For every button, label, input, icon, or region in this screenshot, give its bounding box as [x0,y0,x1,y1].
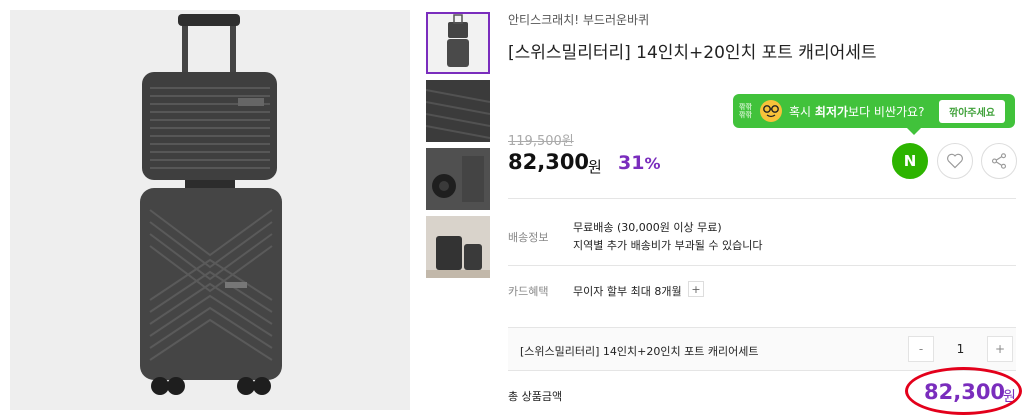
option-name: [스위스밀리터리] 14인치+20인치 포트 캐리어세트 [520,345,759,358]
thumbnail-list [426,12,490,284]
product-title: [스위스밀리터리] 14인치+20인치 포트 캐리어세트 [508,43,877,63]
thumbnail-4[interactable] [426,216,490,278]
thumbnail-1[interactable] [426,12,490,74]
shipping-line-2: 지역별 추가 배송비가 부과될 수 있습니다 [573,239,763,252]
lowest-price-tooltip: 깎깎깎깎 혹시 최저가보다 비싼가요? 깎아주세요 [733,94,1015,135]
wishlist-button[interactable] [937,143,973,179]
shipping-line-1: 무료배송 (30,000원 이상 무료) [573,221,722,234]
card-benefit-text: 무이자 할부 최대 8개월 [573,285,682,298]
divider [508,265,1016,266]
sale-price-unit: 원 [588,158,602,176]
share-icon [991,153,1007,169]
thumbnail-2[interactable] [426,80,490,142]
divider [508,198,1016,199]
original-price: 119,500원 [508,134,574,149]
product-info: 안티스크래치! 부드러운바퀴 [스위스밀리터리] 14인치+20인치 포트 캐리… [508,0,1025,420]
discount-rate: 31% [618,152,661,174]
thumbnail-3[interactable] [426,148,490,210]
shipping-label: 배송정보 [508,231,549,244]
discount-request-button[interactable]: 깎아주세요 [939,99,1005,123]
quantity-value[interactable]: 1 [934,336,987,362]
share-button[interactable] [981,143,1017,179]
sale-price: 82,300 [508,150,590,174]
glasses-face-icon [760,100,782,122]
quantity-stepper: - 1 + [908,336,1013,362]
heart-icon [947,153,963,169]
card-benefit-more-button[interactable]: + [688,281,704,297]
quantity-decrease-button[interactable]: - [908,336,934,362]
highlight-circle [905,367,1022,415]
tooltip-logo: 깎깎깎깎 [739,103,752,119]
naver-pay-button[interactable]: N [892,143,928,179]
total-price-label: 총 상품금액 [508,390,563,403]
tooltip-message: 혹시 최저가보다 비싼가요? [789,104,925,119]
selected-option: [스위스밀리터리] 14인치+20인치 포트 캐리어세트 - 1 + [508,327,1016,371]
card-benefit-label: 카드혜택 [508,285,549,298]
brand-tagline: 안티스크래치! 부드러운바퀴 [508,13,650,27]
quantity-increase-button[interactable]: + [987,336,1013,362]
product-main-image [10,10,410,410]
